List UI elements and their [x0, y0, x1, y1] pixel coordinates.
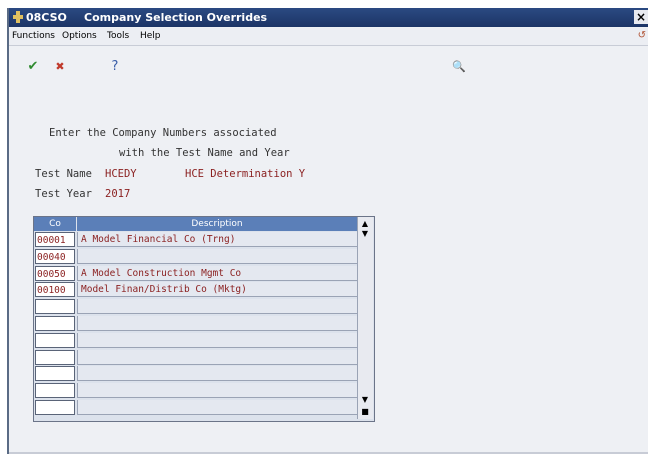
- grid-cell-description: [77, 332, 357, 348]
- test-year-value[interactable]: 2017: [105, 188, 130, 200]
- menu-functions[interactable]: Functions: [12, 31, 55, 41]
- vertical-scrollbar[interactable]: ▲ ▼ ▼ ■: [357, 217, 373, 419]
- test-name-label: Test Name: [35, 168, 92, 180]
- menu-extra-icon[interactable]: ↺: [638, 30, 646, 41]
- column-header-co[interactable]: Co: [34, 217, 76, 231]
- grid-cell-co[interactable]: 00100: [35, 282, 75, 298]
- scroll-down-bottom-icon[interactable]: ▼: [360, 395, 370, 405]
- grid-cell-co[interactable]: [35, 332, 75, 348]
- grid-cell-description: A Model Construction Mgmt Co: [77, 265, 357, 281]
- menu-help[interactable]: Help: [140, 31, 161, 41]
- company-grid: Co Description 00001 A Model Financial Co…: [33, 216, 375, 422]
- app-icon: [13, 11, 23, 23]
- app-window: 08CSO Company Selection Overrides × Func…: [7, 8, 648, 454]
- cancel-icon[interactable]: ✖: [52, 59, 68, 75]
- menu-options[interactable]: Options: [62, 31, 97, 41]
- column-header-description[interactable]: Description: [77, 217, 357, 231]
- grid-cell-co[interactable]: [35, 366, 75, 382]
- title-bar: 08CSO Company Selection Overrides ×: [9, 8, 648, 27]
- menu-bar: Functions Options Tools Help ↺: [9, 28, 648, 46]
- scroll-down-icon[interactable]: ▼: [360, 229, 370, 239]
- window-title: Company Selection Overrides: [84, 11, 268, 24]
- form-content: Enter the Company Numbers associated wit…: [9, 86, 648, 454]
- grid-cell-co[interactable]: [35, 400, 75, 415]
- grid-cell-co[interactable]: 00050: [35, 265, 75, 281]
- test-name-value[interactable]: HCEDY: [105, 168, 137, 180]
- scroll-up-icon[interactable]: ▲: [360, 219, 370, 229]
- grid-cell-description: Model Finan/Distrib Co (Mktg): [77, 282, 357, 298]
- close-icon[interactable]: ×: [634, 10, 648, 24]
- grid-cell-description: [77, 316, 357, 331]
- help-icon[interactable]: ?: [107, 59, 123, 75]
- grid-cell-description: [77, 349, 357, 365]
- grid-cell-co[interactable]: [35, 383, 75, 399]
- scroll-end-icon[interactable]: ■: [360, 407, 370, 417]
- grid-cell-co[interactable]: 00001: [35, 232, 75, 247]
- test-year-label: Test Year: [35, 188, 92, 200]
- menu-tools[interactable]: Tools: [107, 31, 129, 41]
- toolbar: ✔ ✖ ? 🔍: [9, 46, 648, 86]
- grid-cell-description: A Model Financial Co (Trng): [77, 232, 357, 247]
- grid-cell-co[interactable]: [35, 349, 75, 365]
- program-id: 08CSO: [26, 11, 67, 24]
- grid-cell-description: [77, 366, 357, 382]
- grid-cell-description: [77, 400, 357, 415]
- search-icon[interactable]: 🔍: [451, 59, 467, 75]
- ok-icon[interactable]: ✔: [25, 59, 41, 75]
- grid-cell-description: [77, 248, 357, 264]
- grid-cell-co[interactable]: 00040: [35, 248, 75, 264]
- grid-cell-co[interactable]: [35, 299, 75, 315]
- test-name-description: HCE Determination Y: [185, 168, 306, 180]
- instruction-line-2: with the Test Name and Year: [119, 147, 290, 159]
- grid-cell-description: [77, 383, 357, 399]
- instruction-line-1: Enter the Company Numbers associated: [49, 127, 277, 139]
- grid-cell-description: [77, 299, 357, 315]
- grid-cell-co[interactable]: [35, 316, 75, 331]
